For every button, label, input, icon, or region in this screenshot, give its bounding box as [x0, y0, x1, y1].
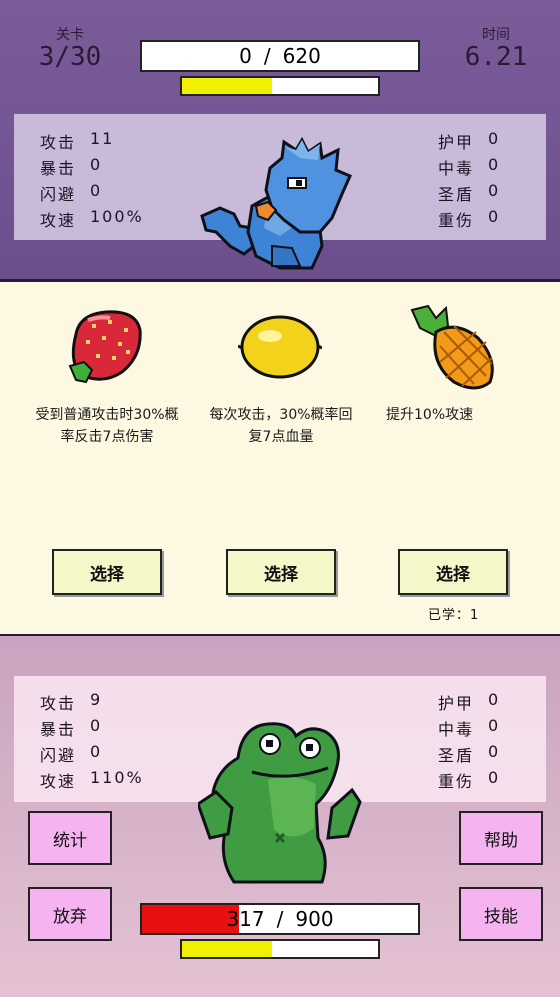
player-stat-left-value-2: 0 [90, 742, 103, 761]
enemy-hp-sep: / [263, 44, 271, 68]
enemy-stat-left-label-1: 暴击 [40, 159, 77, 178]
player-stat-right-value-0: 0 [488, 690, 501, 709]
player-hp-bar: 317 / 900 [140, 903, 420, 935]
enemy-stat-right-label-1: 中毒 [438, 159, 475, 178]
choose-button-2[interactable]: 选择 [226, 549, 336, 595]
enemy-stat-left-value-3: 100% [90, 207, 144, 226]
enemy-stat-right-value-1: 0 [488, 155, 501, 174]
choice-2-description: 每次攻击，30%概率回复7点血量 [209, 407, 353, 445]
player-stat-right-value-3: 0 [488, 768, 501, 787]
enemy-stat-left-label-3: 攻速 [40, 211, 77, 230]
player-stat-left-label-0: 攻击 [40, 694, 77, 713]
enemy-stat-right-value-3: 0 [488, 207, 501, 226]
player-hp-sep: / [276, 907, 284, 931]
player-stat-left-label-3: 攻速 [40, 772, 77, 791]
green-frog-icon [198, 722, 362, 884]
enemy-stat-right-value-0: 0 [488, 129, 501, 148]
enemy-hp-text: 0 / 620 [142, 42, 418, 70]
enemy-stat-right-value-2: 0 [488, 181, 501, 200]
enemy-hp-bar: 0 / 620 [140, 40, 420, 72]
player-stat-left-value-1: 0 [90, 716, 103, 735]
player-stat-right-label-0: 护甲 [438, 694, 475, 713]
stats-button[interactable]: 统计 [28, 811, 112, 865]
skills-button[interactable]: 技能 [459, 887, 543, 941]
enemy-stat-right-label-0: 护甲 [438, 133, 475, 152]
player-energy-bar [180, 939, 380, 959]
level-label: 关卡 [56, 27, 84, 43]
enemy-stat-right-label-3: 重伤 [438, 211, 475, 230]
time-label: 时间 [482, 27, 510, 43]
learned-count: 已学：1 [428, 608, 480, 623]
level-value: 3/30 [38, 42, 102, 72]
choice-3-description: 提升10%攻速 [386, 407, 474, 423]
enemy-hp-max: 620 [282, 44, 321, 68]
enemy-hp-current: 0 [239, 44, 252, 68]
give-up-button[interactable]: 放弃 [28, 887, 112, 941]
help-button[interactable]: 帮助 [459, 811, 543, 865]
player-stat-right-label-3: 重伤 [438, 772, 475, 791]
enemy-stat-right-label-2: 圣盾 [438, 185, 475, 204]
enemy-stat-left-label-0: 攻击 [40, 133, 77, 152]
player-stat-left-value-0: 9 [90, 690, 103, 709]
choose-button-1[interactable]: 选择 [52, 549, 162, 595]
pineapple-icon [410, 304, 494, 390]
blue-dragon-icon [200, 136, 352, 270]
player-hp-current: 317 [226, 907, 265, 931]
player-stat-right-label-2: 圣盾 [438, 746, 475, 765]
player-stat-left-label-1: 暴击 [40, 720, 77, 739]
choice-1-description: 受到普通攻击时30%概率反击7点伤害 [35, 407, 179, 445]
player-stat-right-value-2: 0 [488, 742, 501, 761]
strawberry-icon [68, 310, 142, 384]
player-hp-text: 317 / 900 [142, 905, 418, 933]
lemon-icon [238, 315, 322, 379]
enemy-energy-bar [180, 76, 380, 96]
time-value: 6.21 [464, 42, 528, 72]
enemy-stat-left-value-1: 0 [90, 155, 103, 174]
enemy-stat-left-value-2: 0 [90, 181, 103, 200]
player-stat-left-label-2: 闪避 [40, 746, 77, 765]
player-energy-fill [182, 941, 273, 957]
player-hp-max: 900 [295, 907, 334, 931]
player-stat-right-value-1: 0 [488, 716, 501, 735]
player-stat-right-label-1: 中毒 [438, 720, 475, 739]
player-stat-left-value-3: 110% [90, 768, 144, 787]
enemy-stat-left-value-0: 11 [90, 129, 115, 148]
enemy-stat-left-label-2: 闪避 [40, 185, 77, 204]
choose-button-3[interactable]: 选择 [398, 549, 508, 595]
enemy-energy-fill [182, 78, 273, 94]
